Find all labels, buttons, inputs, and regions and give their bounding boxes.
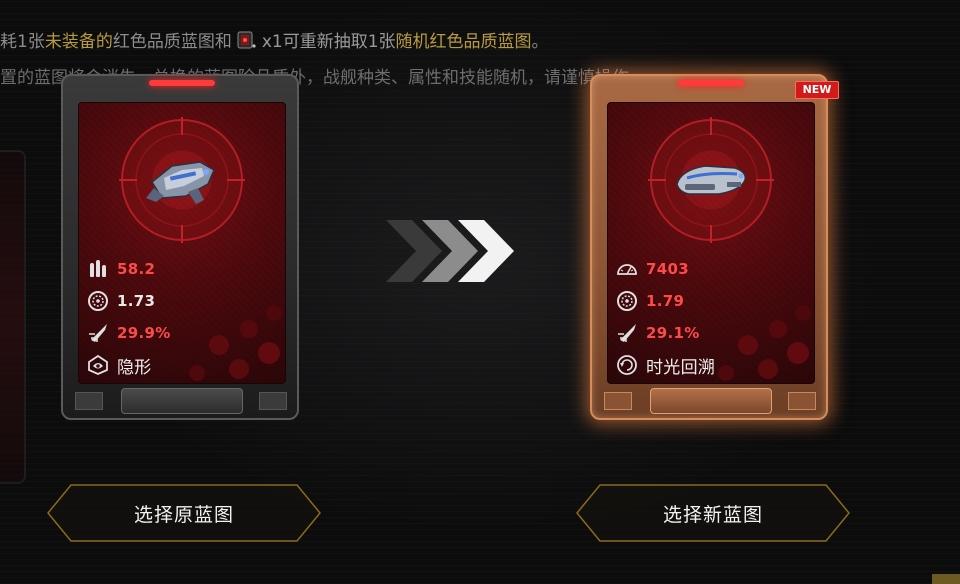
button-label: 选择新蓝图: [662, 503, 763, 526]
quality-indicator: [149, 80, 215, 86]
stat-firepower: 58.2: [87, 257, 155, 281]
reroll-chip-icon: [237, 31, 256, 49]
stat-speed: 29.1%: [616, 321, 700, 345]
cooldown-gauge-icon: [88, 291, 108, 311]
stat-skill: 隐形: [87, 353, 152, 378]
adjacent-card-edge: [0, 150, 26, 484]
new-blueprint-card[interactable]: 7403 1.79 29.1% 时光回溯 NEW: [590, 74, 839, 420]
card-frame: 7403 1.79 29.1% 时光回溯: [590, 74, 828, 420]
battleship-icon: [676, 165, 747, 195]
stat-value: 29.9%: [117, 324, 171, 342]
select-original-blueprint-button[interactable]: 选择原蓝图: [47, 484, 321, 542]
card-base: [121, 388, 243, 414]
stat-value: 7403: [646, 260, 689, 278]
card-side-tab: [604, 392, 632, 410]
card-side-tab: [788, 392, 816, 410]
durability-gauge-icon: [617, 264, 637, 275]
instruction-line-1: 耗1张未装备的红色品质蓝图和 x1可重新抽取1张随机红色品质蓝图。: [0, 25, 549, 60]
instruction-highlight-unequipped: 未装备的: [44, 32, 113, 52]
new-badge: NEW: [795, 81, 839, 99]
card-frame: 58.2 1.73 29.9% 隐形: [61, 74, 299, 420]
chevron-right-icon: [386, 220, 514, 282]
stat-cooldown: 1.79: [616, 289, 684, 313]
skill-name: 隐形: [117, 357, 152, 378]
card-side-tab: [259, 392, 287, 410]
stat-skill: 时光回溯: [616, 353, 716, 378]
stealth-icon: [88, 354, 108, 375]
card-panel: 7403 1.79 29.1% 时光回溯: [607, 102, 815, 384]
stat-speed: 29.9%: [87, 321, 171, 345]
card-side-tab: [75, 392, 103, 410]
thruster-icon: [618, 324, 636, 342]
stat-value: 29.1%: [646, 324, 700, 342]
stat-cooldown: 1.73: [87, 289, 155, 313]
bullets-icon: [90, 260, 106, 277]
card-base: [650, 388, 772, 414]
skill-name: 时光回溯: [646, 357, 716, 378]
card-panel: 58.2 1.73 29.9% 隐形: [78, 102, 286, 384]
corner-tab: [932, 574, 960, 584]
time-rewind-icon: [617, 355, 637, 375]
original-blueprint-card[interactable]: 58.2 1.73 29.9% 隐形: [61, 74, 299, 420]
battleship-icon: [146, 161, 215, 204]
select-new-blueprint-button[interactable]: 选择新蓝图: [576, 484, 850, 542]
button-label: 选择原蓝图: [133, 503, 234, 526]
stat-value: 1.73: [117, 292, 156, 310]
stat-value: 58.2: [117, 260, 156, 278]
cooldown-gauge-icon: [617, 291, 637, 311]
instruction-highlight-random: 随机红色品质蓝图: [395, 32, 532, 52]
stat-durability: 7403: [616, 257, 689, 281]
thruster-icon: [89, 324, 107, 342]
stat-value: 1.79: [646, 292, 685, 310]
quality-indicator: [678, 80, 744, 86]
